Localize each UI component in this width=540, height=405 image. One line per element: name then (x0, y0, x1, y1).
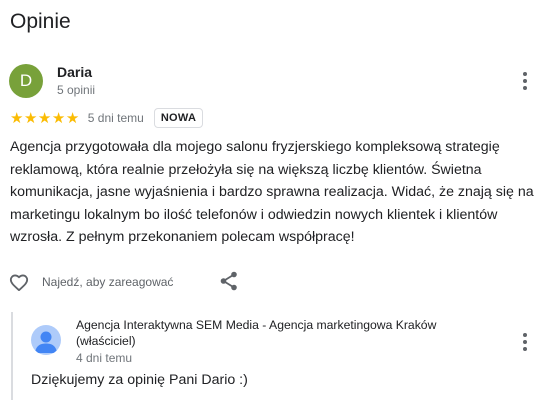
review-text: Agencja przygotowała dla mojego salonu f… (10, 139, 534, 245)
reply-text: Dziękujemy za opinię Pani Dario :) (31, 372, 248, 388)
react-hint-label: Najedź, aby zareagować (42, 275, 174, 289)
star-icon: ★ (51, 109, 66, 127)
star-icon: ★ (23, 109, 38, 127)
reply-more-options-icon[interactable] (517, 331, 533, 353)
star-rating: ★ ★ ★ ★ ★ (10, 111, 80, 126)
rating-row: ★ ★ ★ ★ ★ 5 dni temu NOWA (10, 108, 204, 128)
star-icon: ★ (10, 109, 24, 127)
owner-name: Agencja Interaktywna SEM Media - Agencja… (76, 318, 437, 348)
reviewer-review-count: 5 opinii (57, 83, 96, 97)
section-title: Opinie (10, 10, 71, 33)
default-profile-avatar-icon (31, 325, 61, 355)
review-more-options-icon[interactable] (517, 70, 533, 92)
reply-time: 4 dni temu (76, 351, 133, 365)
new-badge: NOWA (153, 108, 204, 128)
review-actions: Najedź, aby zareagować (8, 270, 248, 294)
owner-reply: Agencja Interaktywna SEM Media - Agencja… (11, 312, 531, 400)
review-time: 5 dni temu (87, 111, 144, 125)
star-icon: ★ (65, 109, 80, 127)
reviewer-avatar[interactable]: D (9, 64, 43, 98)
share-icon[interactable] (218, 270, 240, 292)
reviewer-name[interactable]: Daria (57, 64, 92, 80)
reviewer-avatar-initial: D (19, 71, 33, 90)
star-icon: ★ (37, 109, 52, 127)
heart-outline-icon[interactable] (8, 271, 30, 293)
